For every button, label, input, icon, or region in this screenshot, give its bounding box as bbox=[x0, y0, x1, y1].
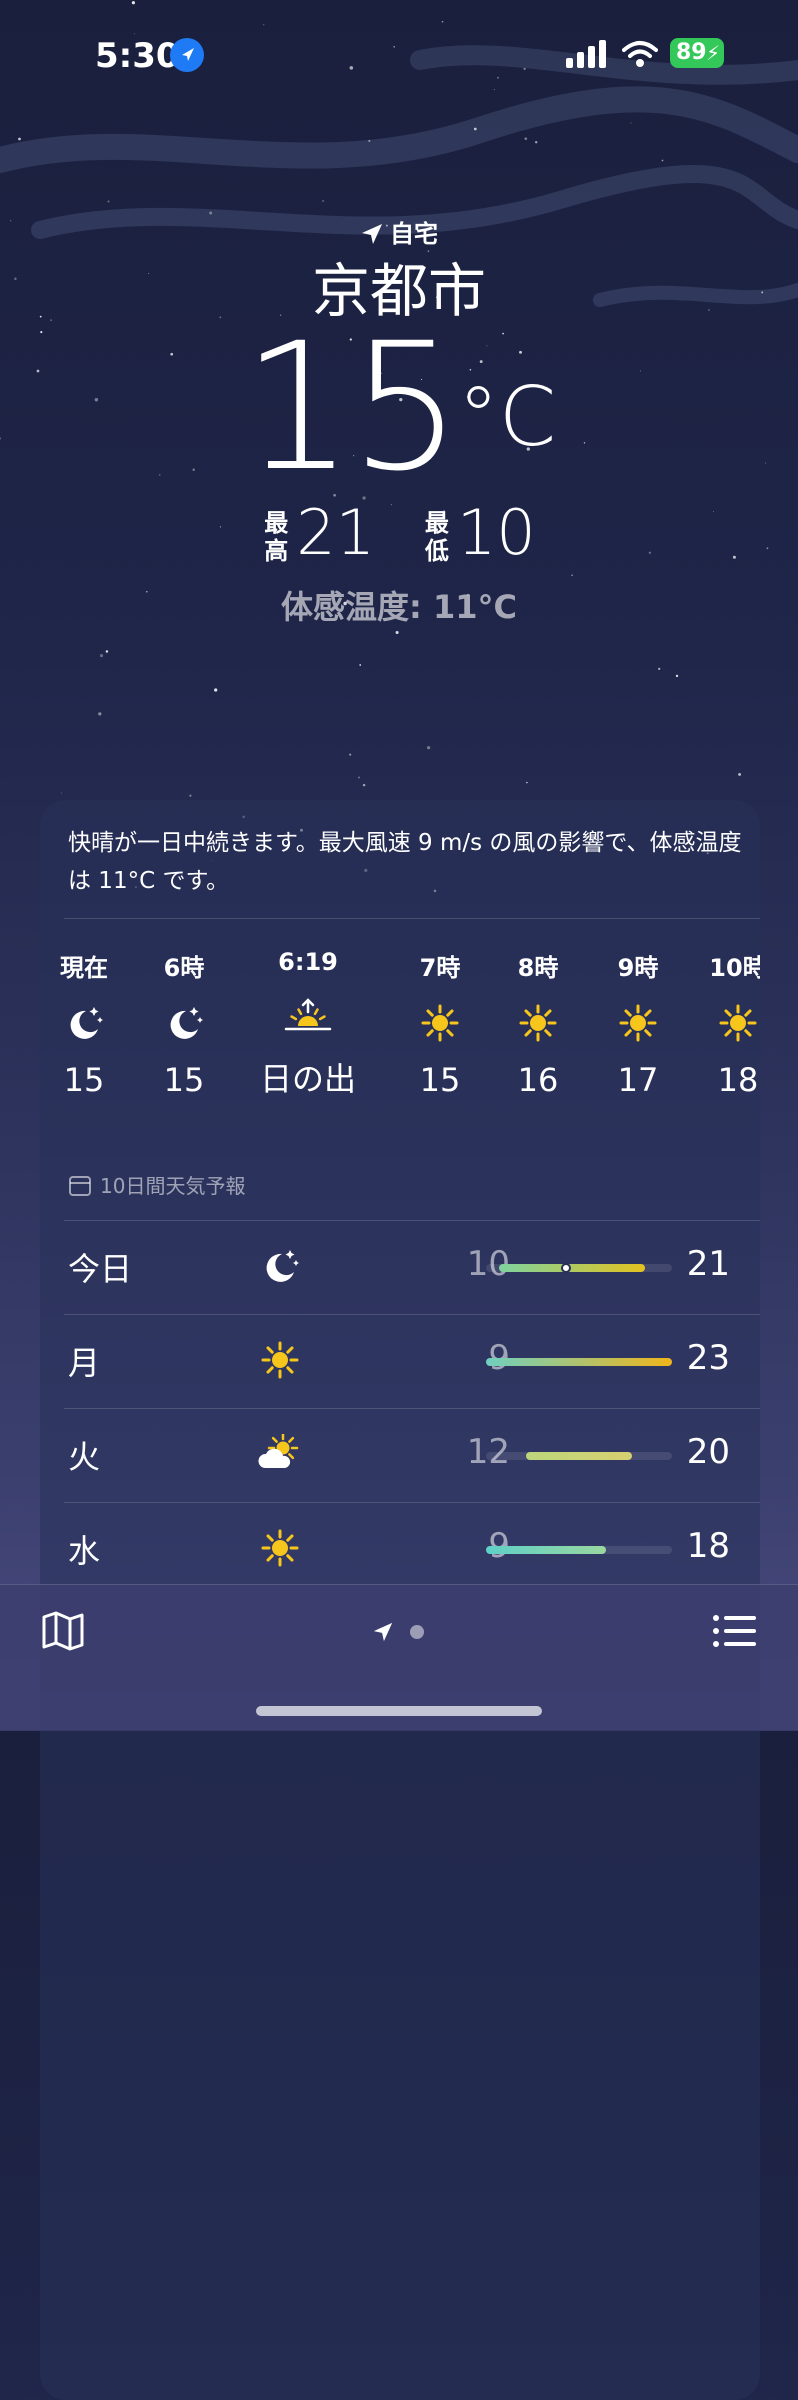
hourly-item: 10時 18 bbox=[688, 948, 760, 1099]
hour-icon-slot bbox=[488, 993, 588, 1053]
hour-icon-slot bbox=[40, 993, 134, 1053]
hour-icon-slot bbox=[390, 993, 490, 1053]
forecast-icon-slot bbox=[250, 1330, 310, 1390]
current-temp-dot bbox=[560, 1263, 571, 1273]
forecast-day: 月 bbox=[68, 1344, 101, 1382]
sun-icon bbox=[619, 1004, 657, 1042]
hour-value: 日の出 bbox=[259, 1060, 356, 1098]
current-temperature: 15°C bbox=[0, 318, 798, 498]
hour-icon-slot bbox=[238, 986, 378, 1046]
ten-day-header: 10日間天気予報 bbox=[68, 1170, 245, 1199]
hourly-item: 7時 15 bbox=[390, 948, 490, 1099]
moon-stars-icon bbox=[170, 1007, 203, 1039]
moon-stars-icon bbox=[266, 1250, 299, 1282]
status-bar: 5:30 89 ⚡ bbox=[0, 0, 798, 100]
hourly-forecast[interactable]: 現在 15 6時 15 6:19 日の出 7時 15 8時 16 9時 17 10時 18 bbox=[40, 908, 760, 1108]
page-dot[interactable] bbox=[410, 1625, 424, 1639]
low-temperature: 最低 10 bbox=[423, 496, 536, 569]
hour-label: 9時 bbox=[617, 954, 659, 982]
hourly-item: 9時 17 bbox=[588, 948, 688, 1099]
forecast-day: 水 bbox=[68, 1532, 101, 1570]
hourly-item: 6:19 日の出 bbox=[238, 948, 378, 1100]
hour-icon-slot bbox=[588, 993, 688, 1053]
cellular-signal-icon bbox=[566, 40, 606, 68]
forecast-icon-slot bbox=[250, 1424, 310, 1484]
forecast-row[interactable]: 水 9 18 bbox=[40, 1502, 760, 1594]
low-value: 10 bbox=[456, 496, 536, 569]
hour-value: 16 bbox=[517, 1061, 559, 1099]
hour-value: 15 bbox=[163, 1061, 205, 1099]
battery-level: 89 bbox=[676, 40, 707, 65]
hourly-item: 6時 15 bbox=[134, 948, 234, 1099]
hour-label: 8時 bbox=[517, 954, 559, 982]
temp-range-bar bbox=[499, 1264, 646, 1272]
temp-range-bar bbox=[486, 1546, 606, 1554]
home-indicator[interactable] bbox=[256, 1706, 542, 1716]
hour-value: 15 bbox=[419, 1061, 461, 1099]
sunrise-icon bbox=[284, 998, 332, 1031]
sun-icon bbox=[421, 1004, 459, 1042]
partly-sunny-icon bbox=[258, 1434, 299, 1468]
charging-bolt-icon: ⚡ bbox=[705, 41, 720, 65]
forecast-row[interactable]: 火 12 20 bbox=[40, 1408, 760, 1500]
hour-label: 6時 bbox=[163, 954, 205, 982]
high-label: 最高 bbox=[264, 509, 289, 565]
high-temperature: 最高 21 bbox=[262, 496, 375, 569]
sun-icon bbox=[519, 1004, 557, 1042]
weather-summary: 快晴が一日中続きます。最大風速 9 m/s の風の影響で、体感温度は 11°C … bbox=[68, 830, 742, 894]
temp-range-bar bbox=[525, 1452, 633, 1460]
hour-value: 17 bbox=[617, 1061, 659, 1099]
moon-stars-icon bbox=[70, 1007, 103, 1039]
location-arrow-icon bbox=[362, 224, 382, 244]
forecast-high: 23 bbox=[686, 1338, 730, 1378]
hour-value: 18 bbox=[717, 1061, 759, 1099]
hourly-item: 8時 16 bbox=[488, 948, 588, 1099]
calendar-icon bbox=[69, 1176, 91, 1196]
forecast-high: 18 bbox=[686, 1526, 730, 1566]
forecast-high: 21 bbox=[686, 1244, 730, 1284]
forecast-high: 20 bbox=[686, 1432, 730, 1472]
wifi-icon bbox=[622, 41, 658, 67]
forecast-day: 火 bbox=[68, 1438, 101, 1476]
forecast-icon-slot bbox=[250, 1236, 310, 1296]
location-services-icon bbox=[170, 38, 204, 72]
temperature-value: 15 bbox=[241, 305, 462, 510]
battery-indicator: 89 ⚡ bbox=[670, 38, 724, 68]
forecast-row[interactable]: 月 9 23 bbox=[40, 1314, 760, 1406]
status-time: 5:30 bbox=[95, 36, 180, 76]
low-label: 最低 bbox=[424, 509, 449, 565]
temperature-unit: °C bbox=[457, 370, 557, 465]
hour-icon-slot bbox=[134, 993, 234, 1053]
forecast-icon-slot bbox=[250, 1518, 310, 1578]
map-icon[interactable] bbox=[42, 1611, 84, 1651]
hour-icon-slot bbox=[688, 993, 760, 1053]
hour-label: 7時 bbox=[419, 954, 461, 982]
location-page-icon[interactable] bbox=[372, 1621, 394, 1643]
hour-label: 6:19 bbox=[278, 948, 338, 976]
sun-icon bbox=[261, 1341, 299, 1379]
hour-value: 15 bbox=[63, 1061, 105, 1099]
hour-label: 現在 bbox=[60, 954, 108, 982]
forecast-day: 今日 bbox=[68, 1250, 133, 1288]
sun-icon bbox=[719, 1004, 757, 1042]
hour-label: 10時 bbox=[709, 954, 760, 982]
high-value: 21 bbox=[296, 496, 376, 569]
hourly-item: 現在 15 bbox=[40, 948, 134, 1099]
feels-like: 体感温度: 11°C bbox=[281, 588, 517, 626]
ten-day-title: 10日間天気予報 bbox=[100, 1174, 246, 1198]
list-icon[interactable] bbox=[712, 1613, 756, 1649]
high-low: 最高 21 最低 10 bbox=[0, 496, 798, 569]
sun-icon bbox=[261, 1529, 299, 1567]
forecast-row[interactable]: 今日 10 21 bbox=[40, 1220, 760, 1312]
